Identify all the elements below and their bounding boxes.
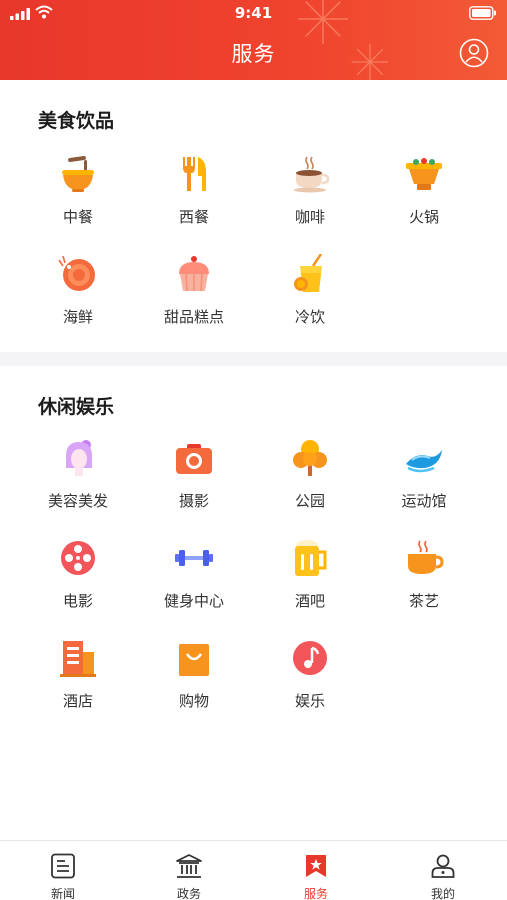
beer-mug-icon [295, 540, 327, 576]
service-item-label: 海鲜 [62, 308, 93, 326]
service-flag-icon [306, 855, 326, 877]
shopping-bag-icon [179, 644, 209, 676]
status-time: 9:41 [234, 4, 273, 22]
government-building-icon [176, 854, 202, 878]
service-item-label: 健身中心 [163, 592, 224, 610]
service-item-fitness-center[interactable]: 健身中心 [136, 538, 252, 626]
music-note-icon [293, 641, 327, 675]
service-item-label: 火锅 [408, 208, 439, 226]
service-item-sports-venue[interactable]: 运动馆 [366, 438, 482, 526]
service-item-shopping[interactable]: 购物 [136, 638, 252, 726]
service-item-label: 咖啡 [294, 208, 325, 226]
section-divider [0, 352, 507, 366]
service-item-label: 摄影 [178, 492, 209, 510]
service-item-hotpot[interactable]: 火锅 [366, 154, 482, 242]
tab-label: 政务 [176, 887, 201, 900]
profile-icon [431, 854, 455, 878]
coffee-cup-icon [294, 156, 330, 193]
service-item-label: 电影 [62, 592, 93, 610]
service-item-park[interactable]: 公园 [252, 438, 368, 526]
service-item-label: 茶艺 [408, 592, 439, 610]
service-item-hotel[interactable]: 酒店 [20, 638, 136, 726]
service-item-label: 甜品糕点 [163, 308, 224, 326]
service-item-photography[interactable]: 摄影 [136, 438, 252, 526]
tab-service[interactable]: 服务 [253, 841, 379, 900]
status-bar: 9:41 [0, 0, 507, 26]
bottom-tab-bar: 新闻 政务 服务 我的 [0, 840, 507, 900]
tea-cup-icon [408, 540, 444, 574]
tab-label: 新闻 [50, 887, 75, 900]
service-item-label: 公园 [294, 492, 325, 510]
tab-profile[interactable]: 我的 [380, 841, 506, 900]
service-item-entertainment[interactable]: 娱乐 [252, 638, 368, 726]
tab-news[interactable]: 新闻 [0, 841, 126, 900]
battery-icon [469, 6, 496, 20]
fork-knife-icon [183, 157, 206, 191]
service-item-label: 购物 [178, 692, 209, 710]
service-item-label: 酒吧 [294, 592, 325, 610]
service-item-seafood[interactable]: 海鲜 [20, 254, 136, 342]
cold-drink-icon [294, 254, 323, 292]
service-item-bar[interactable]: 酒吧 [252, 538, 368, 626]
food-drinks-section: 美食饮品 中餐 西餐 咖啡 火锅 海鲜 甜品糕点 冷饮 [0, 80, 507, 352]
service-item-movie[interactable]: 电影 [20, 538, 136, 626]
section-title: 休闲娱乐 [38, 396, 115, 418]
tab-government[interactable]: 政务 [126, 841, 252, 900]
section-title: 美食饮品 [38, 110, 115, 132]
tab-label: 服务 [303, 887, 328, 900]
service-item-label: 中餐 [62, 208, 93, 226]
service-item-label: 运动馆 [401, 492, 447, 510]
leisure-entertainment-section: 休闲娱乐 美容美发 摄影 公园 运动馆 电影 健身中心 酒吧 茶艺 酒店 购物 … [0, 366, 507, 840]
service-item-dessert[interactable]: 甜品糕点 [136, 254, 252, 342]
service-item-beauty-hair[interactable]: 美容美发 [20, 438, 136, 526]
shrimp-icon [58, 255, 95, 291]
service-item-label: 娱乐 [294, 692, 325, 710]
film-reel-icon [61, 541, 95, 575]
dumbbell-icon [175, 550, 213, 566]
service-item-label: 酒店 [62, 692, 93, 710]
service-item-chinese-food[interactable]: 中餐 [20, 154, 136, 242]
service-item-label: 冷饮 [294, 308, 325, 326]
service-item-coffee[interactable]: 咖啡 [252, 154, 368, 242]
cupcake-icon [179, 256, 209, 292]
noodle-bowl-icon [62, 156, 94, 192]
tree-icon [293, 440, 327, 476]
page-title: 服务 [231, 42, 276, 66]
wave-icon [406, 450, 442, 473]
tab-label: 我的 [430, 887, 455, 900]
user-profile-icon[interactable] [459, 38, 489, 68]
hotpot-icon [406, 158, 442, 190]
service-item-tea-art[interactable]: 茶艺 [366, 538, 482, 626]
camera-icon [176, 444, 212, 474]
beauty-hair-icon [66, 440, 92, 476]
service-item-label: 西餐 [178, 208, 209, 226]
service-item-label: 美容美发 [47, 492, 108, 510]
hotel-building-icon [60, 641, 96, 677]
news-icon [51, 853, 75, 879]
service-item-cold-drink[interactable]: 冷饮 [252, 254, 368, 342]
service-item-western-food[interactable]: 西餐 [136, 154, 252, 242]
app-header: 9:41 服务 [0, 0, 507, 80]
